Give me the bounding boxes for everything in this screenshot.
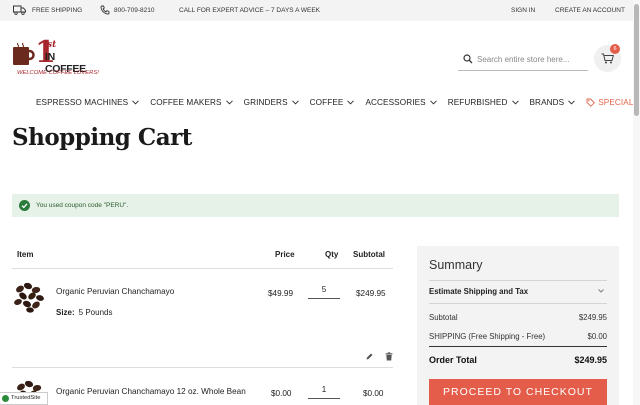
sign-in-link[interactable]: SIGN IN: [511, 7, 535, 14]
main-nav: ESPRESSO MACHINES COFFEE MAKERS GRINDERS…: [36, 96, 640, 108]
chevron-down-icon[interactable]: [598, 289, 604, 293]
chevron-down-icon: [132, 99, 140, 105]
minicart-button[interactable]: 6: [594, 44, 621, 72]
subtotal-value: $0.00: [363, 389, 384, 398]
chevron-down-icon: [347, 99, 355, 105]
trustedsite-badge[interactable]: TrustedSite: [0, 392, 48, 405]
divider: [429, 346, 607, 347]
divider: [429, 280, 607, 281]
divider: [429, 303, 607, 304]
nav-refurbished[interactable]: REFURBISHED: [448, 96, 519, 108]
create-account-link[interactable]: CREATE AN ACCOUNT: [555, 7, 625, 14]
tag-icon: [586, 98, 596, 107]
nav-label: COFFEE MAKERS: [150, 97, 222, 107]
trash-icon[interactable]: [385, 352, 393, 361]
product-name-link[interactable]: Organic Peruvian Chanchamayo 12 oz. Whol…: [56, 386, 246, 398]
subtotal-value: $249.95: [356, 289, 386, 298]
nav-label: REFURBISHED: [447, 97, 508, 107]
page-scrollbar[interactable]: [633, 0, 640, 405]
divider: [12, 268, 393, 269]
option-value: 5 Pounds: [78, 308, 113, 317]
subtotal-label: Subtotal: [429, 313, 458, 322]
coupon-message-text: You used coupon code "PERU".: [36, 202, 129, 209]
nav-coffee[interactable]: COFFEE: [310, 96, 355, 108]
trustedsite-label: TrustedSite: [11, 395, 41, 401]
column-header-qty: Qty: [325, 250, 339, 259]
shipping-label: SHIPPING (Free Shipping - Free): [429, 332, 546, 341]
scrollbar-thumb[interactable]: [634, 4, 639, 116]
product-option: Size: 5 Pounds: [56, 308, 112, 317]
subtotal-amount: $249.95: [578, 313, 607, 322]
chevron-down-icon: [225, 99, 233, 105]
column-header-price: Price: [275, 250, 295, 259]
price-value: $49.99: [268, 289, 294, 298]
qty-input[interactable]: 5: [308, 284, 340, 299]
edit-pencil-icon[interactable]: [365, 352, 374, 361]
order-summary: Summary Estimate Shipping and Tax Subtot…: [417, 246, 619, 405]
estimate-shipping-toggle[interactable]: Estimate Shipping and Tax: [429, 287, 528, 296]
page-title: Shopping Cart: [12, 124, 192, 151]
product-name-link[interactable]: Organic Peruvian Chanchamayo: [56, 286, 174, 298]
nav-brands[interactable]: BRANDS: [530, 96, 576, 108]
coupon-success-message: You used coupon code "PERU".: [12, 194, 619, 217]
option-label: Size:: [56, 308, 75, 317]
check-circle-icon: [19, 200, 30, 211]
cart-count-badge: 6: [610, 44, 620, 54]
column-header-item: Item: [17, 250, 34, 259]
coffee-mug-icon: [13, 42, 35, 65]
nav-label: ACCESSORIES: [365, 97, 426, 107]
nav-accessories[interactable]: ACCESSORIES: [365, 96, 437, 108]
logo-tagline: WELCOME COFFEE LOVERS!: [17, 70, 99, 76]
divider: [12, 367, 393, 368]
shipping-row: SHIPPING (Free Shipping - Free) $0.00: [429, 332, 607, 341]
top-bar: FREE SHIPPING 800-709-8210 CALL FOR EXPE…: [0, 0, 640, 21]
qty-input[interactable]: 1: [308, 384, 340, 399]
nav-label: GRINDERS: [243, 97, 288, 107]
chevron-down-icon: [429, 99, 437, 105]
proceed-to-checkout-button[interactable]: PROCEED TO CHECKOUT: [429, 379, 607, 405]
search-input[interactable]: [477, 52, 585, 67]
shipping-amount: $0.00: [587, 332, 607, 341]
phone-icon: [100, 5, 110, 15]
nav-coffee-makers[interactable]: COFFEE MAKERS: [150, 96, 233, 108]
chevron-down-icon: [291, 99, 299, 105]
nav-specials[interactable]: SPECIALS: [586, 96, 640, 108]
nav-label: BRANDS: [529, 97, 565, 107]
chevron-down-icon: [568, 99, 576, 105]
order-total-amount: $249.95: [574, 355, 607, 365]
free-shipping-link[interactable]: FREE SHIPPING: [32, 7, 82, 14]
expert-advice-text: CALL FOR EXPERT ADVICE – 7 DAYS A WEEK: [179, 7, 321, 14]
order-total-row: Order Total $249.95: [429, 355, 607, 365]
truck-icon: [13, 5, 26, 15]
price-value: $0.00: [271, 389, 292, 398]
order-total-label: Order Total: [429, 355, 477, 365]
site-logo[interactable]: 1 st IN COFFEE WELCOME COFFEE LOVERS!: [12, 38, 99, 80]
search-box: [458, 49, 588, 71]
product-image[interactable]: [12, 279, 46, 313]
column-header-subtotal: Subtotal: [353, 250, 385, 259]
nav-label: COFFEE: [309, 97, 344, 107]
cart-icon: [601, 53, 614, 64]
logo-suffix: st: [47, 40, 57, 50]
nav-espresso-machines[interactable]: ESPRESSO MACHINES: [36, 96, 140, 108]
phone-number[interactable]: 800-709-8210: [114, 7, 154, 14]
nav-label: ESPRESSO MACHINES: [36, 97, 129, 107]
nav-grinders[interactable]: GRINDERS: [244, 96, 299, 108]
subtotal-row: Subtotal $249.95: [429, 313, 607, 322]
check-icon: [2, 395, 9, 402]
search-icon[interactable]: [463, 54, 473, 64]
summary-title: Summary: [429, 258, 483, 272]
chevron-down-icon: [511, 99, 519, 105]
